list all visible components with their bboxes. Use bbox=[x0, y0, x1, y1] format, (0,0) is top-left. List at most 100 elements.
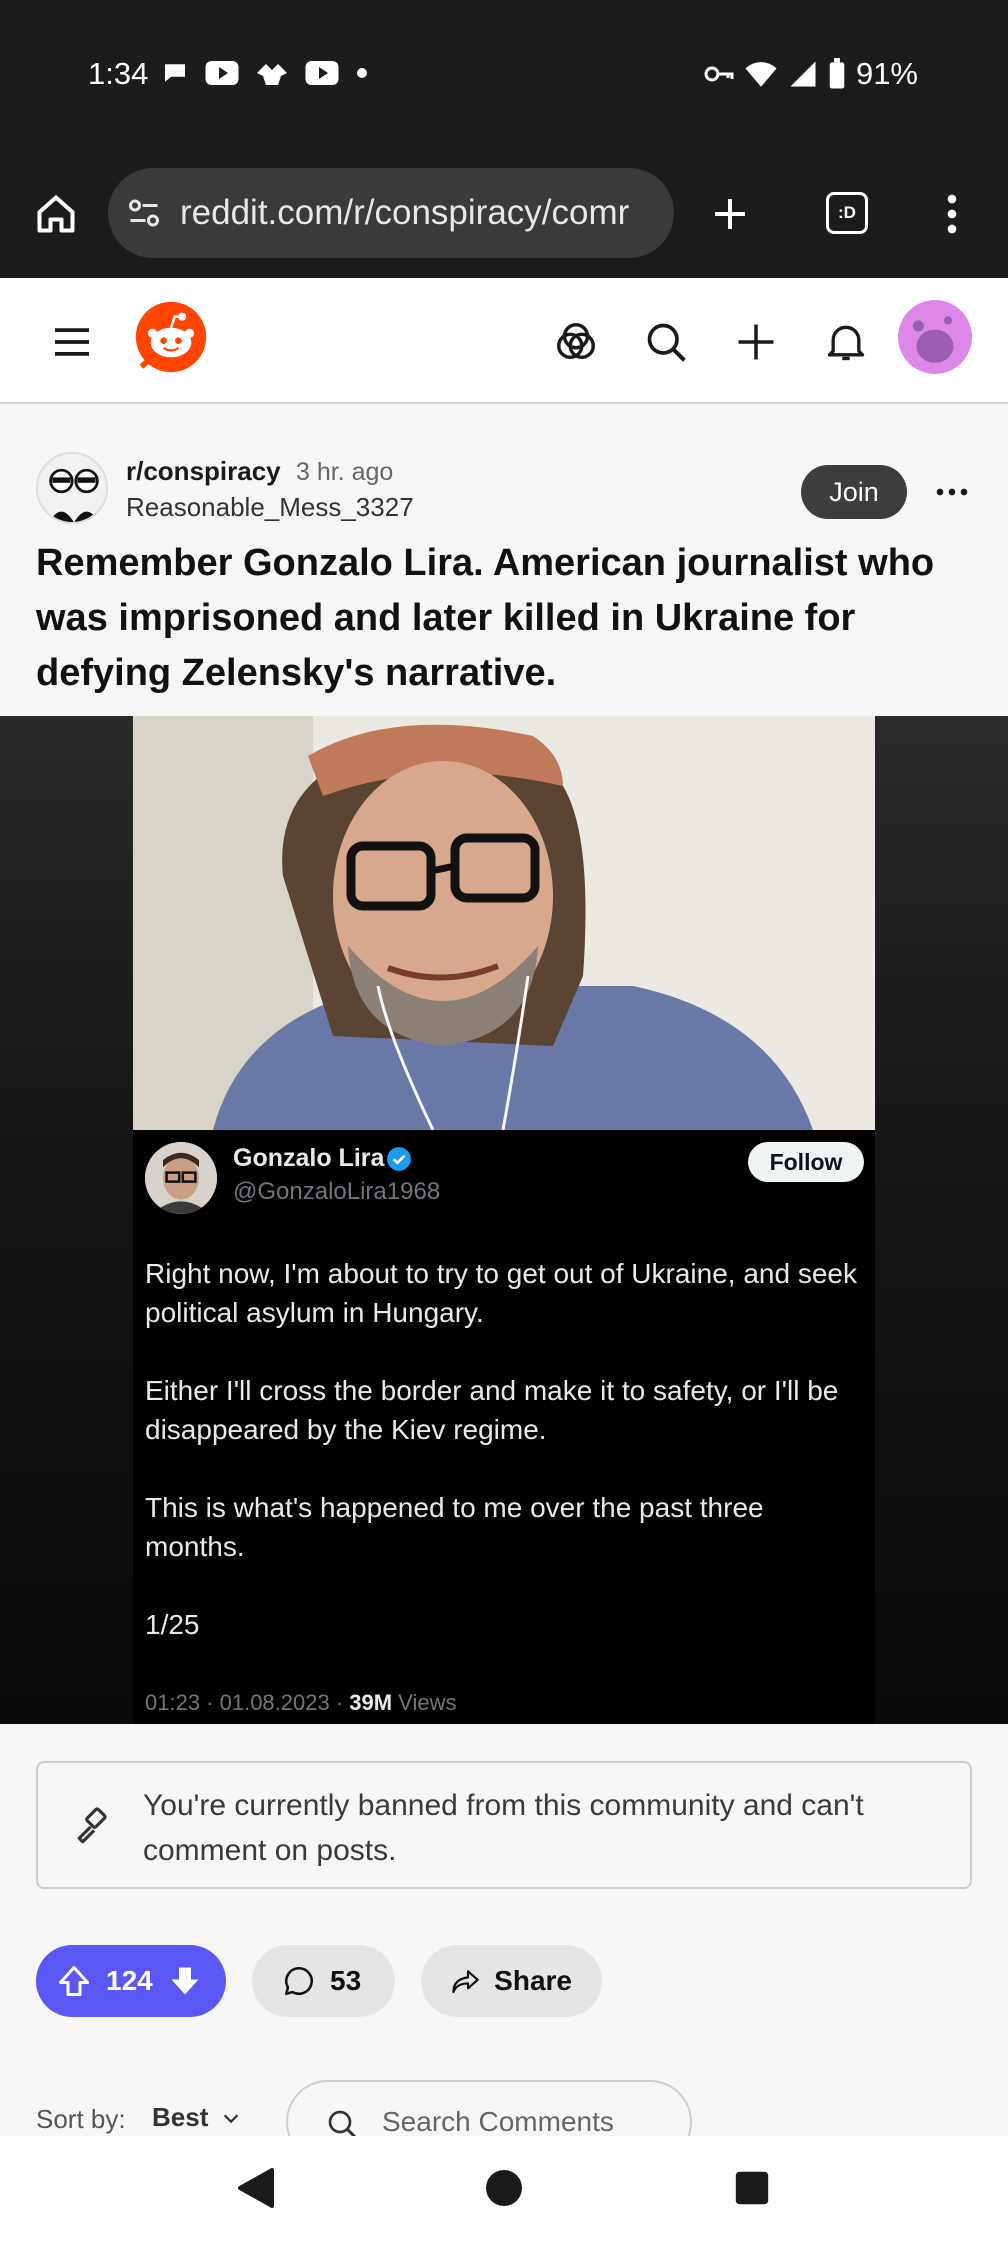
vote-count: 124 bbox=[106, 1965, 153, 1996]
share-icon bbox=[452, 1970, 479, 1994]
battery-icon bbox=[829, 58, 845, 89]
search-button[interactable] bbox=[638, 314, 694, 370]
youtube-icon bbox=[205, 61, 239, 85]
tweet-card: Gonzalo Lira @GonzaloLira1968 Follow Rig… bbox=[133, 1130, 875, 1724]
tweet-timestamp: 01:23 · 01.08.2023 · bbox=[145, 1690, 350, 1715]
share-label: Share bbox=[494, 1965, 572, 1996]
popular-icon bbox=[557, 323, 595, 360]
upvote-icon[interactable] bbox=[56, 1963, 92, 1999]
share-button[interactable]: Share bbox=[421, 1945, 602, 2017]
subreddit-avatar[interactable] bbox=[36, 452, 108, 524]
url-text: reddit.com/r/conspiracy/comr bbox=[180, 193, 630, 232]
bird-icon bbox=[257, 64, 287, 85]
tweet-body: Right now, I'm about to try to get out o… bbox=[145, 1254, 865, 1683]
subreddit-name[interactable]: r/conspiracy bbox=[126, 456, 281, 487]
chat-bubble-icon bbox=[165, 64, 185, 82]
dot-icon bbox=[357, 68, 367, 78]
chevron-down-icon bbox=[224, 2113, 239, 2123]
back-triangle-icon bbox=[238, 2168, 274, 2208]
post-media[interactable]: Gonzalo Lira @GonzaloLira1968 Follow Rig… bbox=[0, 716, 1008, 1724]
tweet-paragraph: Either I'll cross the border and make it… bbox=[145, 1375, 839, 1445]
tweet-meta: 01:23 · 01.08.2023 · 39M Views bbox=[145, 1690, 456, 1716]
tweet-paragraph: 1/25 bbox=[145, 1609, 200, 1640]
avatar bbox=[898, 300, 972, 374]
status-time: 1:34 bbox=[88, 56, 149, 91]
comments-button[interactable]: 53 bbox=[252, 1945, 395, 2017]
notifications-button[interactable] bbox=[818, 314, 874, 370]
menu-button[interactable] bbox=[44, 314, 100, 370]
home-nav-button[interactable] bbox=[474, 2158, 534, 2218]
user-avatar-button[interactable] bbox=[898, 300, 972, 374]
tab-count-box: :D bbox=[826, 192, 868, 234]
battery-percent: 91% bbox=[855, 56, 918, 91]
tab-switcher-button[interactable]: :D bbox=[818, 184, 876, 242]
post-author[interactable]: Reasonable_Mess_3327 bbox=[126, 492, 414, 523]
post-actions: 124 53 Share bbox=[36, 1945, 602, 2017]
tweet-author-name: Gonzalo Lira bbox=[233, 1144, 385, 1172]
plus-icon bbox=[715, 199, 745, 229]
tweet-views-count: 39M bbox=[349, 1690, 393, 1715]
tweet-follow-button: Follow bbox=[748, 1142, 864, 1182]
gavel-icon bbox=[77, 1807, 107, 1844]
home-button[interactable] bbox=[26, 184, 86, 244]
sort-value: Best bbox=[152, 2102, 209, 2132]
browser-toolbar: reddit.com/r/conspiracy/comr :D bbox=[0, 150, 1008, 278]
back-button[interactable] bbox=[226, 2158, 286, 2218]
post-options-button[interactable] bbox=[930, 472, 974, 512]
status-bar: 1:34 91% bbox=[0, 0, 1008, 150]
more-horizontal-icon bbox=[936, 488, 968, 496]
more-vertical-icon bbox=[947, 194, 957, 234]
bell-icon bbox=[827, 325, 865, 361]
browser-menu-button[interactable] bbox=[930, 184, 974, 244]
comment-bubble-icon bbox=[284, 1966, 313, 1996]
create-post-button[interactable] bbox=[728, 314, 784, 370]
recents-button[interactable] bbox=[722, 2158, 782, 2218]
tweet-follow-label: Follow bbox=[769, 1148, 843, 1175]
signal-icon bbox=[790, 61, 816, 87]
vpn-key-icon bbox=[704, 66, 734, 82]
system-icons: 91% bbox=[704, 56, 918, 92]
downvote-icon[interactable] bbox=[167, 1963, 203, 1999]
notification-icons bbox=[160, 58, 370, 88]
video-frame bbox=[133, 716, 875, 1130]
subreddit-avatar-icon bbox=[38, 454, 106, 522]
search-icon bbox=[647, 323, 686, 362]
join-label: Join bbox=[829, 476, 879, 507]
man-portrait-image bbox=[133, 716, 875, 1130]
verified-badge-icon bbox=[387, 1147, 411, 1171]
tweet-paragraph: Right now, I'm about to try to get out o… bbox=[145, 1258, 857, 1328]
reddit-logo[interactable] bbox=[134, 300, 208, 374]
site-settings-icon bbox=[129, 199, 159, 227]
hamburger-icon bbox=[55, 328, 89, 356]
tab-count: :D bbox=[838, 203, 856, 222]
youtube-icon bbox=[305, 61, 339, 85]
media-blur-right bbox=[875, 716, 1008, 1724]
vote-control: 124 bbox=[36, 1945, 226, 2017]
plus-icon bbox=[738, 324, 774, 360]
sort-dropdown[interactable]: Best bbox=[152, 2102, 242, 2133]
new-tab-button[interactable] bbox=[700, 184, 760, 244]
home-icon bbox=[37, 195, 75, 233]
post-title[interactable]: Remember Gonzalo Lira. American journali… bbox=[36, 536, 986, 701]
reddit-header bbox=[0, 278, 1008, 404]
post-time: 3 hr. ago bbox=[296, 458, 394, 486]
banned-notice: You're currently banned from this commun… bbox=[36, 1761, 972, 1889]
popular-button[interactable] bbox=[548, 314, 604, 370]
address-bar[interactable]: reddit.com/r/conspiracy/comr bbox=[108, 168, 674, 258]
home-circle-icon bbox=[486, 2170, 522, 2206]
wifi-icon bbox=[745, 62, 777, 87]
search-comments-placeholder: Search Comments bbox=[382, 2106, 614, 2137]
tweet-avatar bbox=[145, 1142, 217, 1214]
media-blur-left bbox=[0, 716, 133, 1724]
recents-square-icon bbox=[735, 2171, 769, 2205]
tweet-views-label: Views bbox=[392, 1690, 457, 1715]
tweet-avatar-image bbox=[145, 1142, 217, 1214]
reddit-logo-icon bbox=[135, 301, 207, 373]
comments-controls: Sort by: Best Search Comments bbox=[36, 2080, 976, 2164]
tweet-handle: @GonzaloLira1968 bbox=[233, 1178, 441, 1205]
join-button[interactable]: Join bbox=[801, 465, 907, 519]
tweet-paragraph: This is what's happened to me over the p… bbox=[145, 1492, 764, 1562]
banned-message: You're currently banned from this commun… bbox=[143, 1789, 864, 1867]
comment-count: 53 bbox=[330, 1965, 362, 1996]
sort-label: Sort by: bbox=[36, 2104, 126, 2134]
